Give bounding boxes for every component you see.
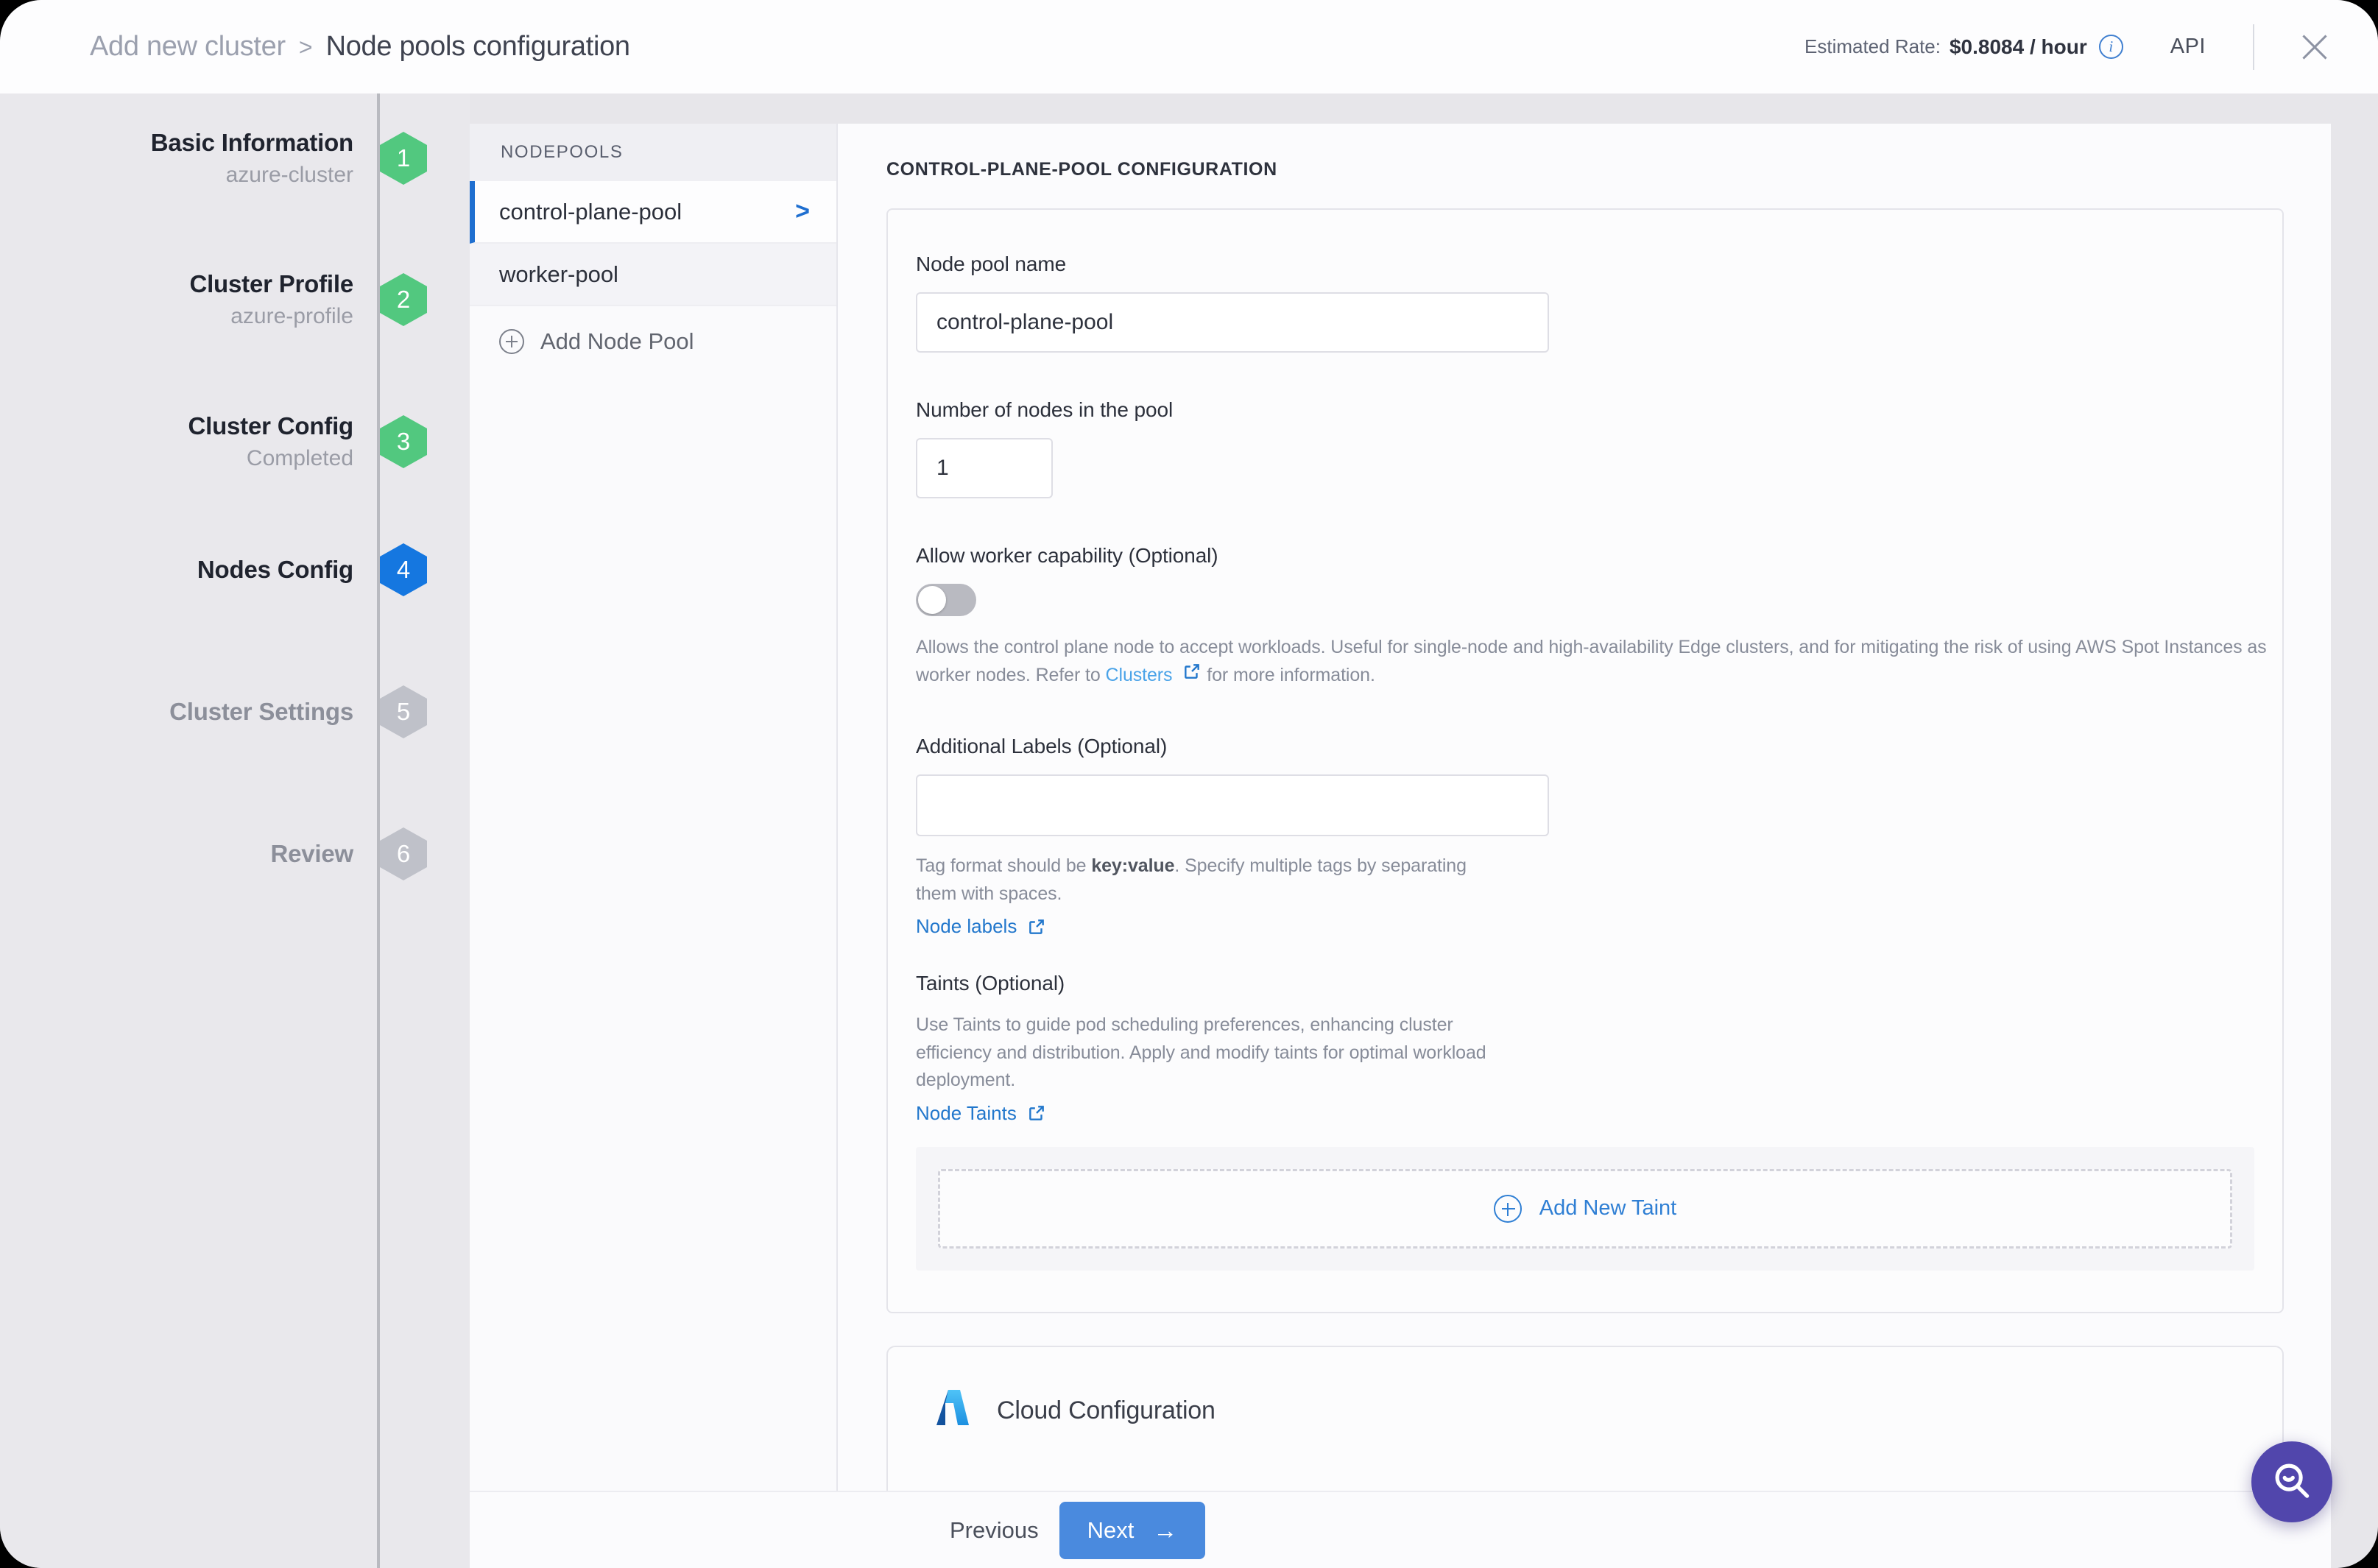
clusters-doc-link[interactable]: Clusters [1106,665,1173,685]
taints-help: Use Taints to guide pod scheduling prefe… [916,1011,1505,1095]
node-count-field: Number of nodes in the pool 1 [888,398,2282,498]
arrow-right-icon: → [1153,1516,1177,1544]
header-actions: Estimated Rate: $0.8084 / hour i API [1804,24,2378,70]
chevron-right-icon: > [795,197,810,226]
allow-worker-capability-field: Allow worker capability (Optional) Allow… [888,544,2282,689]
next-button-label: Next [1087,1517,1135,1544]
add-new-taint-label: Add New Taint [1539,1196,1676,1221]
additional-labels-field: Additional Labels (Optional) Tag format … [888,735,2282,938]
node-labels-doc-link[interactable]: Node labels [916,915,1046,938]
node-count-label: Number of nodes in the pool [916,398,2282,422]
additional-labels-help: Tag format should be key:value. Specify … [916,852,1505,908]
sidebar-item-basic-information[interactable]: Basic Information azure-cluster 1 [0,129,427,188]
step-subtitle: Completed [188,446,353,471]
plus-circle-icon [1494,1195,1522,1223]
app-window: Add new cluster > Node pools configurati… [0,0,2378,1568]
breadcrumb-current: Node pools configuration [326,31,630,63]
window-header: Add new cluster > Node pools configurati… [0,0,2378,93]
taints-list-area: Add New Taint [916,1147,2254,1271]
next-button[interactable]: Next → [1059,1502,1206,1559]
azure-logo-icon [934,1388,972,1433]
additional-labels-label: Additional Labels (Optional) [916,735,2282,758]
nodepool-item-label: worker-pool [499,261,618,288]
api-link[interactable]: API [2170,35,2206,59]
estimated-rate-label: Estimated Rate: [1804,35,1941,58]
step-title: Cluster Profile [189,270,353,298]
step-subtitle: azure-profile [189,304,353,329]
previous-button[interactable]: Previous [950,1517,1039,1544]
sidebar-item-nodes-config[interactable]: Nodes Config 4 [0,543,427,596]
node-taints-doc-link[interactable]: Node Taints [916,1102,1046,1125]
toggle-knob [918,586,946,614]
nodepool-settings-card: Node pool name control-plane-pool Number… [886,208,2284,1313]
external-link-icon[interactable] [1182,662,1202,681]
step-badge: 3 [380,415,427,468]
cloud-configuration-title: Cloud Configuration [997,1396,1216,1425]
nodepool-item-control-plane-pool[interactable]: control-plane-pool > [470,181,836,244]
node-count-input[interactable]: 1 [916,438,1053,498]
allow-worker-capability-toggle[interactable] [916,584,976,616]
header-divider [2253,24,2254,70]
node-labels-doc-link-label: Node labels [916,915,1017,938]
step-badge: 4 [380,543,427,596]
help-text-bold: key:value [1091,855,1174,876]
nodepools-panel-header: NODEPOOLS [470,124,836,181]
estimated-rate-value: $0.8084 / hour [1950,35,2087,59]
taints-field: Taints (Optional) Use Taints to guide po… [888,972,2282,1125]
sidebar-item-cluster-settings[interactable]: Cluster Settings 5 [0,685,427,738]
step-title: Cluster Settings [169,698,353,726]
add-new-taint-button[interactable]: Add New Taint [1494,1195,1676,1223]
step-title: Cluster Config [188,412,353,440]
additional-labels-input[interactable] [916,774,1549,836]
step-title: Nodes Config [197,556,353,584]
node-pool-name-field: Node pool name control-plane-pool [888,252,2282,353]
breadcrumb-separator-icon: > [299,34,313,61]
nodepool-item-worker-pool[interactable]: worker-pool [470,244,836,306]
node-pool-name-label: Node pool name [916,252,2282,276]
step-badge: 1 [380,132,427,185]
step-badge: 2 [380,273,427,326]
wizard-footer: Previous Next → [470,1491,2331,1568]
help-text-post: for more information. [1202,665,1375,685]
wizard-steps-sidebar: Basic Information azure-cluster 1 Cluste… [0,93,470,1568]
info-icon[interactable]: i [2099,35,2123,59]
add-node-pool-label: Add Node Pool [540,328,694,355]
add-new-taint-dropzone[interactable]: Add New Taint [938,1169,2232,1249]
taints-label: Taints (Optional) [916,972,2282,995]
help-text-pre: Tag format should be [916,855,1091,876]
section-title: CONTROL-PLANE-POOL CONFIGURATION [886,159,2284,180]
cloud-configuration-card: Cloud Configuration [886,1346,2284,1491]
node-pool-name-input[interactable]: control-plane-pool [916,292,1549,353]
external-link-icon [1027,1103,1046,1123]
step-subtitle: azure-cluster [151,163,353,188]
step-badge: 5 [380,685,427,738]
step-badge: 6 [380,827,427,880]
breadcrumb: Add new cluster > Node pools configurati… [90,31,630,63]
add-node-pool-button[interactable]: Add Node Pool [470,306,836,376]
allow-worker-capability-label: Allow worker capability (Optional) [916,544,2282,568]
nodepools-panel: NODEPOOLS control-plane-pool > worker-po… [470,124,838,1491]
external-link-icon [1027,917,1046,936]
step-title: Review [270,840,353,868]
sidebar-item-cluster-config[interactable]: Cluster Config Completed 3 [0,412,427,471]
step-title: Basic Information [151,129,353,157]
main-card: NODEPOOLS control-plane-pool > worker-po… [470,124,2331,1568]
sidebar-item-cluster-profile[interactable]: Cluster Profile azure-profile 2 [0,270,427,329]
breadcrumb-parent[interactable]: Add new cluster [90,31,286,63]
nodepool-item-label: control-plane-pool [499,199,682,225]
sidebar-item-review[interactable]: Review 6 [0,827,427,880]
nodepool-configuration-content: CONTROL-PLANE-POOL CONFIGURATION Node po… [838,124,2331,1491]
plus-circle-icon [499,329,524,354]
search-smile-icon [2269,1458,2315,1507]
node-taints-doc-link-label: Node Taints [916,1102,1017,1125]
close-icon[interactable] [2296,28,2334,66]
allow-worker-capability-help: Allows the control plane node to accept … [916,634,2282,689]
search-fab-button[interactable] [2251,1441,2332,1522]
